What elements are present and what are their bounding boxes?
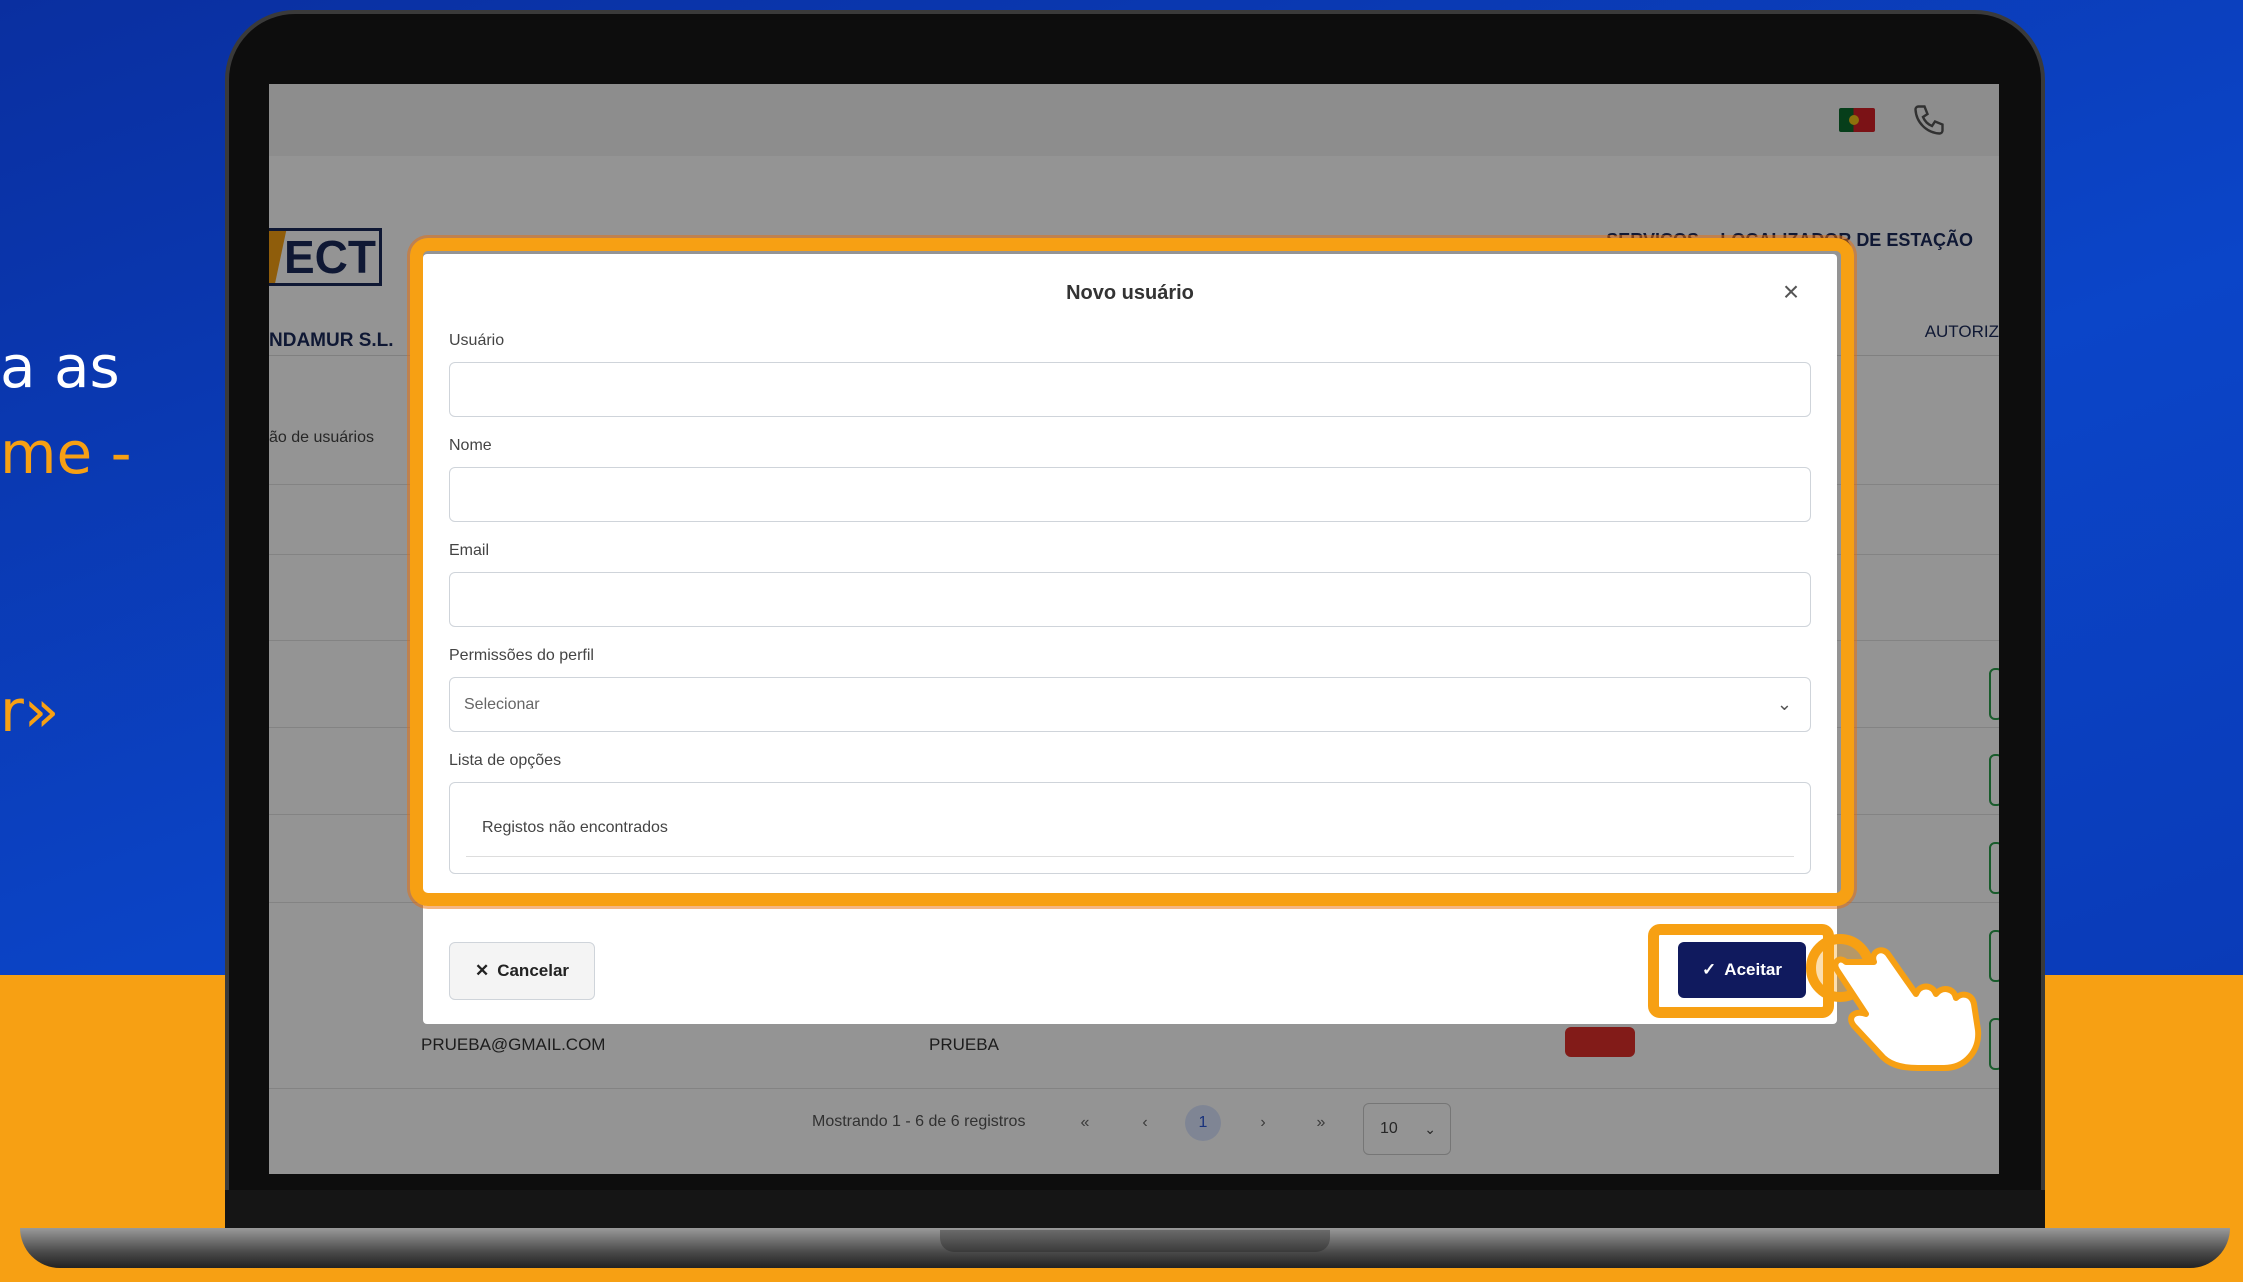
promo-text-line-2: me - [0,419,132,487]
laptop-notch [940,1230,1330,1252]
pointing-hand-icon [1832,947,1982,1071]
laptop-hinge [225,1190,2045,1230]
promo-text-line-1: a as [0,333,120,401]
cancel-button-label: Cancelar [497,961,570,980]
form-highlight-frame [410,238,1854,906]
close-icon: ✕ [474,961,490,980]
cancel-button[interactable]: ✕ Cancelar [449,942,595,1000]
promo-text-line-3: r» [0,677,60,745]
